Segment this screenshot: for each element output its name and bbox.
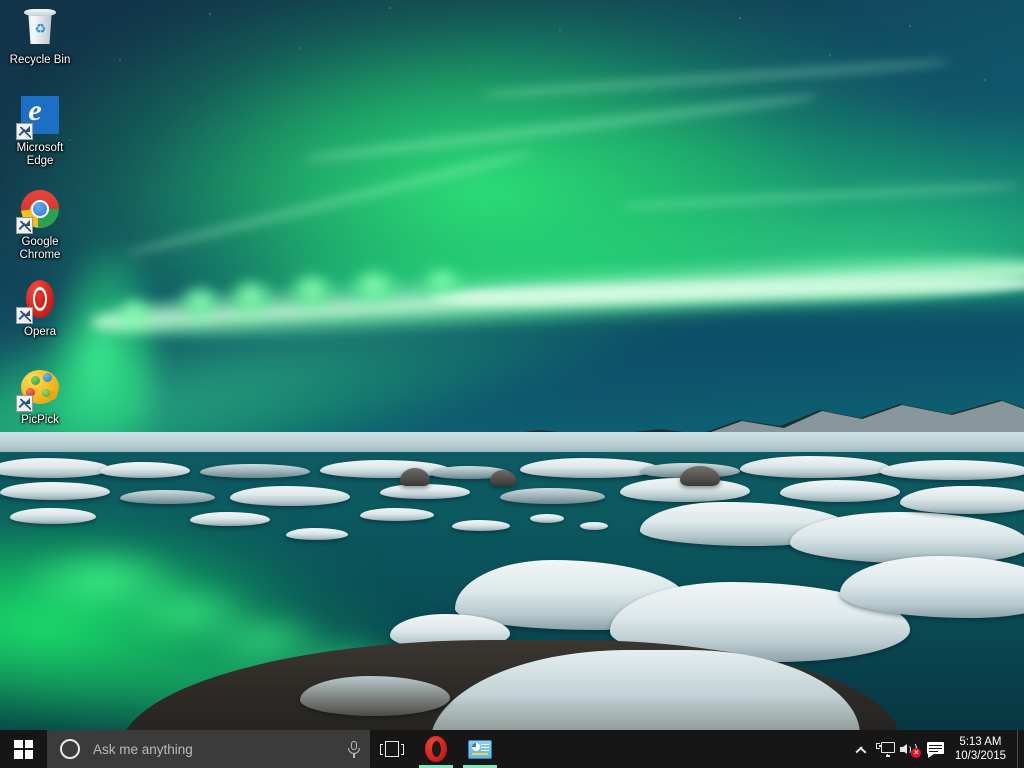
aurora-hotspot-5 bbox=[420, 270, 464, 298]
action-center-icon bbox=[926, 741, 944, 758]
system-tray: × 5:13 AM 10/3/2015 bbox=[848, 730, 1024, 768]
taskbar[interactable]: Ask me anything × 5:13 AM 10/3/2015 bbox=[0, 730, 1024, 768]
windows-logo-icon bbox=[14, 739, 33, 759]
ice-floe bbox=[286, 528, 348, 540]
task-view-icon bbox=[380, 741, 404, 757]
show-desktop-button[interactable] bbox=[1017, 730, 1024, 768]
cortana-circle-icon[interactable] bbox=[60, 739, 80, 759]
mute-badge: × bbox=[911, 748, 922, 758]
picpick-icon bbox=[16, 364, 64, 412]
network-icon bbox=[875, 741, 895, 757]
ice-floe bbox=[452, 520, 510, 531]
desktop-icon-microsoft-edge[interactable]: e Microsoft Edge bbox=[2, 92, 78, 167]
ice-floe bbox=[580, 522, 608, 530]
edge-icon: e bbox=[16, 92, 64, 140]
desktop-icon-opera[interactable]: Opera bbox=[2, 276, 78, 339]
ice-floe bbox=[200, 464, 310, 478]
desktop-icon-picpick[interactable]: PicPick bbox=[2, 364, 78, 427]
ice-floe bbox=[320, 460, 450, 478]
ice-floe bbox=[230, 486, 350, 506]
ice-floe bbox=[360, 508, 434, 521]
ice-rock bbox=[400, 468, 430, 486]
desktop-icon-google-chrome[interactable]: Google Chrome bbox=[2, 186, 78, 261]
ice-floe bbox=[380, 484, 470, 499]
desktop-icon-label: Opera bbox=[24, 326, 56, 338]
ice-floe bbox=[880, 460, 1024, 480]
aurora-hotspot-4 bbox=[348, 272, 400, 306]
ice-floe bbox=[120, 490, 215, 504]
ice-rock bbox=[490, 470, 516, 486]
desktop-icon-label: Microsoft Edge bbox=[16, 142, 64, 167]
microphone-icon[interactable] bbox=[346, 739, 362, 759]
taskbar-clock[interactable]: 5:13 AM 10/3/2015 bbox=[948, 730, 1017, 768]
speaker-muted-icon: × bbox=[900, 741, 922, 758]
monitor-chart-icon bbox=[468, 739, 492, 759]
aurora-hotspot-2 bbox=[228, 282, 274, 318]
shortcut-overlay-icon bbox=[16, 217, 33, 234]
ice-floe bbox=[500, 488, 605, 504]
ice-floe bbox=[0, 458, 110, 478]
desktop-icon-label: Google Chrome bbox=[19, 236, 61, 261]
desktop[interactable]: ♻ Recycle Bin e Microsoft Edge Google Ch… bbox=[0, 0, 1024, 768]
action-center-button[interactable] bbox=[923, 730, 948, 768]
recycle-bin-icon: ♻ bbox=[16, 4, 64, 52]
aurora-hotspot-6 bbox=[116, 300, 152, 332]
ice-floe bbox=[530, 514, 564, 523]
shortcut-overlay-icon bbox=[16, 123, 33, 140]
shortcut-overlay-icon bbox=[16, 307, 33, 324]
ice-floe bbox=[0, 482, 110, 500]
aurora-hotspot-1 bbox=[178, 288, 222, 322]
ice-floe bbox=[100, 462, 190, 478]
start-button[interactable] bbox=[0, 730, 47, 768]
taskbar-empty-area[interactable] bbox=[502, 730, 848, 768]
ice-floe bbox=[520, 458, 660, 478]
desktop-icon-label: PicPick bbox=[21, 414, 59, 426]
clock-time: 5:13 AM bbox=[959, 736, 1002, 748]
chrome-icon bbox=[16, 186, 64, 234]
ice-floe bbox=[780, 480, 900, 502]
taskbar-app-opera[interactable] bbox=[414, 730, 458, 768]
search-input[interactable]: Ask me anything bbox=[47, 730, 370, 768]
clock-date: 10/3/2015 bbox=[954, 750, 1006, 762]
ice-floe bbox=[740, 456, 890, 478]
ice-berg bbox=[900, 486, 1024, 514]
desktop-icon-label: Recycle Bin bbox=[9, 54, 71, 66]
opera-icon bbox=[425, 736, 447, 762]
shortcut-overlay-icon bbox=[16, 395, 33, 412]
search-placeholder: Ask me anything bbox=[93, 741, 193, 757]
desktop-wallpaper bbox=[0, 0, 1024, 768]
tray-volume-button[interactable]: × bbox=[898, 730, 923, 768]
desktop-icon-recycle-bin[interactable]: ♻ Recycle Bin bbox=[2, 4, 78, 67]
foreground-ice-chunk bbox=[300, 676, 450, 716]
task-view-button[interactable] bbox=[370, 730, 414, 768]
aurora-hotspot-3 bbox=[288, 276, 336, 312]
tray-network-button[interactable] bbox=[873, 730, 898, 768]
chevron-up-icon bbox=[855, 746, 866, 753]
desktop-icon-grid: ♻ Recycle Bin e Microsoft Edge Google Ch… bbox=[0, 0, 100, 430]
taskbar-app-monitor[interactable] bbox=[458, 730, 502, 768]
tray-overflow-button[interactable] bbox=[848, 730, 873, 768]
opera-icon bbox=[16, 276, 64, 324]
ice-floe bbox=[10, 508, 96, 524]
ice-floe bbox=[190, 512, 270, 526]
